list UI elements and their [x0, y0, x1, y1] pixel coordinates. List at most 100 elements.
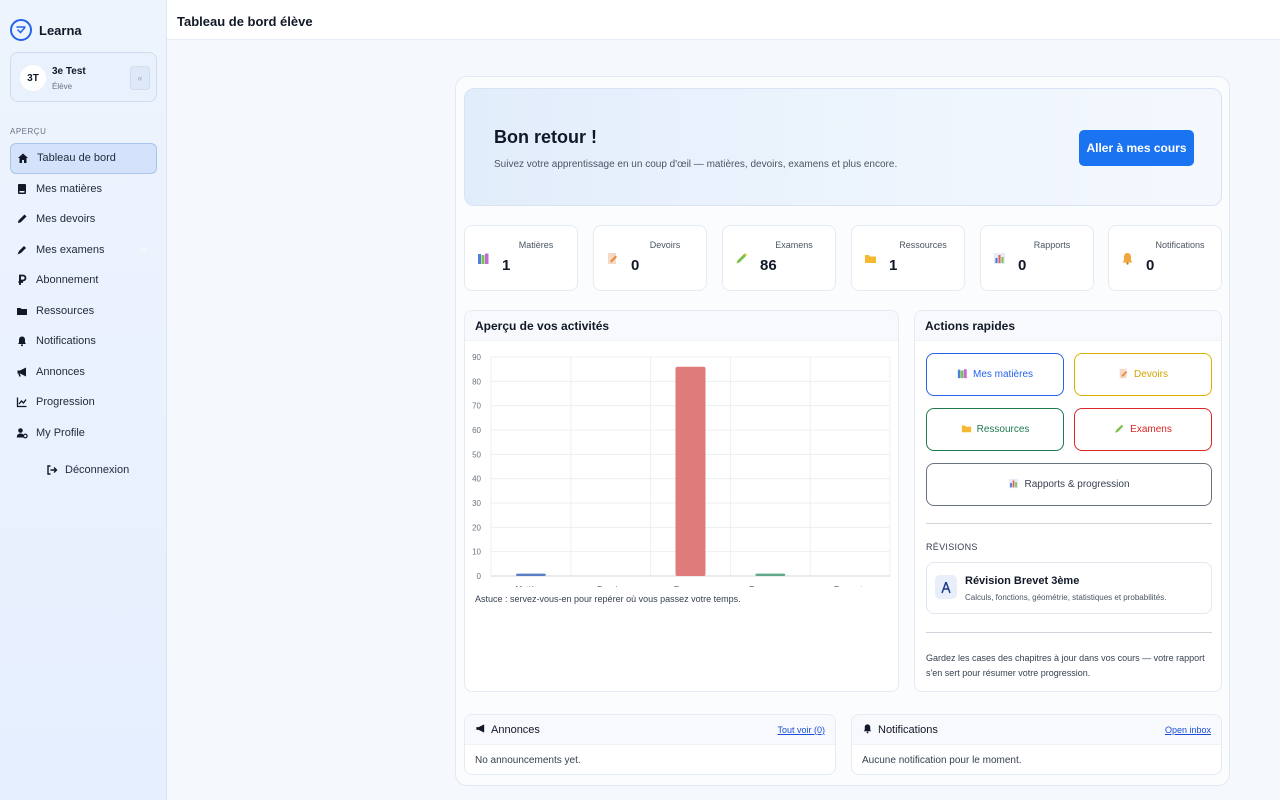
stat-label: Rapports	[1033, 240, 1071, 250]
announcements-empty: No announcements yet.	[475, 755, 581, 766]
sidebar-nav: Tableau de bord Mes matières Mes devoirs…	[10, 143, 157, 448]
sidebar-item-mes-devoirs[interactable]: Mes devoirs	[10, 204, 157, 235]
quick-action-mes-matieres[interactable]: Mes matières	[926, 353, 1064, 396]
sidebar-item-abonnement[interactable]: Abonnement	[10, 265, 157, 296]
user-role: Élève	[52, 82, 73, 91]
x-tick-label: Rapports	[834, 585, 866, 587]
brand-name: Learna	[39, 22, 82, 38]
sidebar-item-annonces[interactable]: Annonces	[10, 357, 157, 388]
stat-card-ressources[interactable]: Ressources 1	[851, 225, 965, 291]
x-tick-label: Ressources	[749, 585, 791, 587]
quick-action-label: Ressources	[976, 424, 1030, 435]
stat-label: Ressources	[899, 240, 947, 250]
see-all-announcements-link[interactable]: Tout voir (0)	[777, 725, 825, 735]
stat-card-notifications[interactable]: Notifications 0	[1108, 225, 1222, 291]
quick-action-devoirs[interactable]: Devoirs	[1074, 353, 1212, 396]
dashboard-container: Bon retour ! Suivez votre apprentissage …	[455, 76, 1230, 786]
sidebar: Learna 3T 3e Test Élève « APERÇU Tableau…	[0, 0, 167, 800]
bar-examens	[675, 366, 706, 576]
pen-icon	[16, 244, 28, 256]
progress-note: Gardez les cases des chapitres à jour da…	[926, 653, 1205, 678]
bar-chart-icon	[993, 252, 1006, 265]
sidebar-item-mes-examens[interactable]: Mes examens	[10, 235, 157, 266]
stat-value: 0	[631, 257, 640, 274]
notifications-header: Notifications Open inbox	[852, 715, 1221, 745]
y-tick-label: 20	[472, 523, 481, 532]
avatar: 3T	[20, 65, 46, 91]
sidebar-item-my-profile[interactable]: My Profile	[10, 418, 157, 449]
memo-icon	[606, 252, 619, 265]
notifications-header-left: Notifications	[862, 723, 938, 737]
memo-icon	[1118, 368, 1129, 382]
logout-label: Déconnexion	[65, 464, 130, 476]
notifications-title: Notifications	[878, 723, 938, 736]
sidebar-item-label: Mes matières	[36, 182, 103, 195]
stats-row: Matières 1 Devoirs 0 Examens 86 Ressourc…	[464, 225, 1222, 291]
sidebar-item-label: Progression	[36, 396, 95, 409]
revision-desc: Calculs, fonctions, géométrie, statistiq…	[965, 593, 1167, 602]
sidebar-item-label: Mes examens	[36, 243, 105, 256]
sidebar-item-label: Annonces	[36, 365, 85, 378]
activity-panel: Aperçu de vos activités 0 10 20 30 40 50 60 70 8…	[464, 310, 899, 692]
sidebar-item-progression[interactable]: Progression	[10, 387, 157, 418]
collapse-sidebar-button[interactable]: «	[130, 66, 150, 90]
folder-icon	[961, 423, 972, 437]
bar-matières	[515, 573, 546, 576]
stat-label: Matières	[518, 240, 554, 250]
compass-icon	[935, 575, 957, 599]
sidebar-item-tableau-de-bord[interactable]: Tableau de bord	[10, 143, 157, 174]
y-tick-label: 60	[472, 426, 481, 435]
quick-action-label: Examens	[1130, 424, 1172, 435]
revision-card[interactable]: Révision Brevet 3ème Calculs, fonctions,…	[926, 562, 1212, 614]
stat-label: Notifications	[1155, 240, 1205, 250]
book-icon	[16, 183, 28, 195]
sidebar-item-label: Ressources	[36, 304, 95, 317]
revisions-label: RÉVISIONS	[926, 542, 978, 552]
quick-action-label: Devoirs	[1134, 369, 1168, 380]
stat-card-matieres[interactable]: Matières 1	[464, 225, 578, 291]
folder-icon	[16, 305, 28, 317]
announcements-header-left: Annonces	[475, 723, 540, 737]
logout-button[interactable]: Déconnexion	[46, 464, 129, 476]
open-inbox-link[interactable]: Open inbox	[1165, 725, 1211, 735]
sidebar-item-notifications[interactable]: Notifications	[10, 326, 157, 357]
folder-icon	[864, 252, 877, 265]
activity-bar-chart: 0 10 20 30 40 50 60 70 80 90 Matières Devoirs Examen…	[472, 353, 891, 587]
welcome-hero: Bon retour ! Suivez votre apprentissage …	[464, 88, 1222, 206]
pencil-icon	[16, 213, 28, 225]
quick-action-rapports-progression[interactable]: Rapports & progression	[926, 463, 1212, 506]
stat-card-examens[interactable]: Examens 86	[722, 225, 836, 291]
hero-title: Bon retour !	[494, 127, 597, 147]
sidebar-item-ressources[interactable]: Ressources	[10, 296, 157, 327]
announcements-title: Annonces	[491, 723, 540, 736]
y-tick-label: 70	[472, 402, 481, 411]
y-tick-label: 0	[477, 572, 482, 581]
megaphone-icon	[16, 366, 28, 378]
quick-action-label: Rapports & progression	[1024, 479, 1130, 490]
go-to-courses-button[interactable]: Aller à mes cours	[1079, 130, 1194, 166]
sidebar-item-label: Abonnement	[36, 274, 99, 287]
y-tick-label: 80	[472, 377, 481, 386]
pencil-icon	[1114, 423, 1125, 437]
brand[interactable]: Learna	[10, 16, 82, 44]
chart-tip: Astuce : servez-vous-en pour repérer où …	[475, 594, 741, 604]
page-title: Tableau de bord élève	[177, 14, 313, 29]
x-tick-label: Examens	[674, 585, 707, 587]
stat-card-rapports[interactable]: Rapports 0	[980, 225, 1094, 291]
chart-line-icon	[16, 396, 28, 408]
quick-action-ressources[interactable]: Ressources	[926, 408, 1064, 451]
ruble-icon	[16, 274, 28, 286]
sidebar-item-mes-matieres[interactable]: Mes matières	[10, 174, 157, 205]
bar-chart-icon	[1008, 478, 1019, 492]
megaphone-icon	[475, 723, 486, 737]
y-tick-label: 30	[472, 499, 481, 508]
section-label: APERÇU	[10, 127, 47, 136]
quick-action-examens[interactable]: Examens	[1074, 408, 1212, 451]
y-tick-label: 50	[472, 450, 481, 459]
stat-card-devoirs[interactable]: Devoirs 0	[593, 225, 707, 291]
notifications-panel: Notifications Open inbox Aucune notifica…	[851, 714, 1222, 775]
stat-value: 0	[1018, 257, 1027, 274]
topbar: Tableau de bord élève	[167, 0, 1280, 40]
user-card: 3T 3e Test Élève «	[10, 52, 157, 102]
y-tick-label: 10	[472, 548, 481, 557]
